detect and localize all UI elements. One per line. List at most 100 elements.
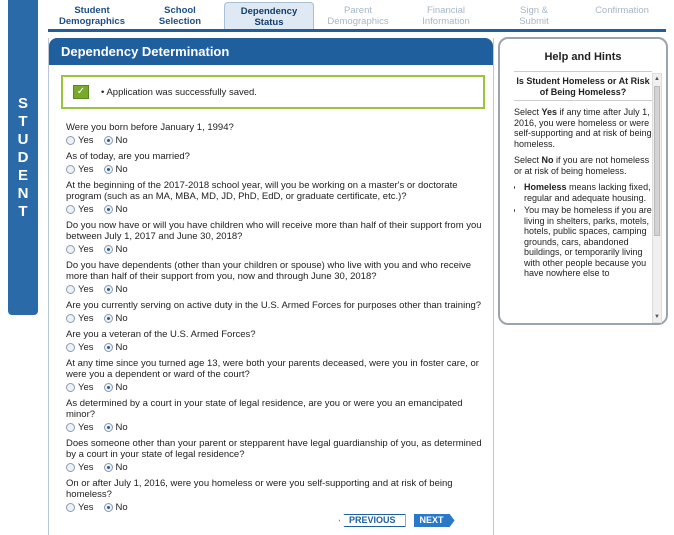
step-tab[interactable]: Student Demographics	[48, 2, 136, 29]
question-item: On or after July 1, 2016, were you homel…	[66, 478, 486, 513]
radio-label: Yes	[78, 243, 94, 255]
radio-label: Yes	[78, 421, 94, 433]
scroll-up-icon[interactable]: ▲	[653, 75, 661, 83]
radio-option-no[interactable]: No	[103, 502, 128, 513]
question-text: Does someone other than your parent or s…	[66, 438, 482, 460]
question-item: At the beginning of the 2017-2018 school…	[66, 180, 486, 215]
answer-options: Yes No	[66, 341, 486, 353]
step-label: Submit	[519, 15, 549, 27]
help-scrollbar[interactable]: ▲ ▼	[652, 73, 662, 323]
scroll-down-icon[interactable]: ▼	[653, 313, 661, 321]
question-item: Does someone other than your parent or s…	[66, 438, 486, 473]
radio-yes[interactable]	[66, 244, 75, 254]
question-text: Were you born before January 1, 1994?	[66, 122, 234, 133]
radio-label: Yes	[78, 312, 94, 324]
question-item: Do you now have or will you have childre…	[66, 220, 486, 255]
radio-yes[interactable]	[66, 204, 75, 214]
step-tab: Parent Demographics	[314, 2, 402, 29]
radio-label: Yes	[78, 283, 94, 295]
radio-yes[interactable]	[66, 382, 75, 392]
radio-no[interactable]	[103, 164, 113, 174]
radio-option-yes[interactable]: Yes	[66, 382, 94, 393]
step-tab[interactable]: School Selection	[136, 2, 224, 29]
radio-yes[interactable]	[66, 462, 75, 472]
section-letter: S	[17, 95, 28, 112]
help-paragraph-no: Select No if you are not homeless or at …	[514, 155, 650, 176]
save-confirmation: ✓ • Application was successfully saved.	[61, 75, 485, 109]
radio-yes[interactable]	[66, 135, 75, 145]
help-panel: Help and Hints Is Student Homeless or At…	[498, 37, 668, 325]
radio-label: No	[115, 381, 128, 393]
radio-option-no[interactable]: No	[103, 204, 128, 215]
answer-options: Yes No	[66, 243, 486, 255]
radio-option-yes[interactable]: Yes	[66, 284, 94, 295]
question-text: On or after July 1, 2016, were you homel…	[66, 478, 453, 500]
radio-option-no[interactable]: No	[103, 284, 128, 295]
radio-no[interactable]	[103, 342, 113, 352]
radio-option-no[interactable]: No	[103, 422, 128, 433]
answer-options: Yes No	[66, 134, 486, 146]
radio-no[interactable]	[103, 284, 113, 294]
question-item: Do you have dependents (other than your …	[66, 260, 486, 295]
main-panel: Dependency Determination ✓ • Application…	[48, 38, 494, 535]
question-list: Were you born before January 1, 1994? Yes…	[66, 122, 486, 518]
step-label: Financial	[426, 5, 466, 16]
question-text: Do you have dependents (other than your …	[66, 260, 472, 282]
radio-option-no[interactable]: No	[103, 312, 128, 324]
help-title: Help and Hints	[544, 51, 622, 63]
scroll-thumb[interactable]	[654, 86, 660, 236]
answer-options: Yes No	[66, 421, 486, 433]
radio-yes[interactable]	[66, 422, 75, 432]
radio-option-no[interactable]: No	[103, 341, 128, 353]
step-label: Student	[74, 5, 110, 16]
radio-no[interactable]	[103, 502, 113, 512]
radio-no[interactable]	[103, 244, 113, 254]
next-button[interactable]: NEXT	[413, 514, 455, 527]
section-letter: U	[17, 131, 29, 148]
radio-yes[interactable]	[66, 164, 75, 174]
step-navigation: Student Demographics School Selection Depend…	[48, 2, 666, 32]
radio-no[interactable]	[103, 135, 113, 145]
radio-option-yes[interactable]: Yes	[66, 502, 94, 513]
radio-option-no[interactable]: No	[103, 381, 128, 393]
question-item: At any time since you turned age 13, wer…	[66, 358, 486, 393]
radio-option-no[interactable]: No	[103, 135, 128, 146]
radio-yes[interactable]	[66, 284, 75, 294]
radio-option-yes[interactable]: Yes	[66, 422, 94, 433]
checkmark-icon: ✓	[73, 85, 89, 99]
radio-option-yes[interactable]: Yes	[66, 313, 94, 324]
radio-no[interactable]	[103, 422, 113, 432]
radio-label: No	[115, 312, 128, 324]
radio-label: No	[115, 461, 128, 473]
help-list: Homeless means lacking fixed, regular an…	[514, 182, 652, 279]
help-subtitle: Is Student Homeless or At Risk of Being …	[514, 72, 652, 101]
radio-no[interactable]	[103, 204, 113, 214]
previous-button[interactable]: PREVIOUS	[339, 514, 406, 527]
answer-options: Yes No	[66, 461, 486, 473]
radio-label: No	[115, 341, 128, 353]
radio-option-yes[interactable]: Yes	[66, 164, 94, 175]
radio-option-no[interactable]: No	[103, 163, 128, 175]
radio-label: No	[115, 163, 128, 175]
radio-option-yes[interactable]: Yes	[66, 342, 94, 353]
radio-yes[interactable]	[66, 313, 75, 323]
radio-option-yes[interactable]: Yes	[66, 244, 94, 255]
question-item: Are you a veteran of the U.S. Armed Forc…	[66, 329, 486, 353]
radio-no[interactable]	[103, 382, 113, 392]
radio-yes[interactable]	[66, 342, 75, 352]
radio-option-yes[interactable]: Yes	[66, 462, 94, 473]
radio-option-no[interactable]: No	[103, 243, 128, 255]
radio-label: Yes	[78, 203, 94, 215]
radio-no[interactable]	[103, 313, 113, 323]
step-label: Demographics	[59, 15, 125, 27]
radio-option-yes[interactable]: Yes	[66, 135, 94, 146]
help-content[interactable]: Is Student Homeless or At Risk of Being …	[514, 71, 652, 321]
question-item: Were you born before January 1, 1994? Yes…	[66, 122, 486, 146]
radio-option-no[interactable]: No	[103, 461, 128, 473]
step-label: Information	[422, 15, 470, 27]
radio-option-yes[interactable]: Yes	[66, 204, 94, 215]
radio-no[interactable]	[103, 462, 113, 472]
radio-yes[interactable]	[66, 502, 75, 512]
radio-label: No	[115, 243, 128, 255]
step-tab[interactable]: Dependency Status	[224, 2, 314, 29]
